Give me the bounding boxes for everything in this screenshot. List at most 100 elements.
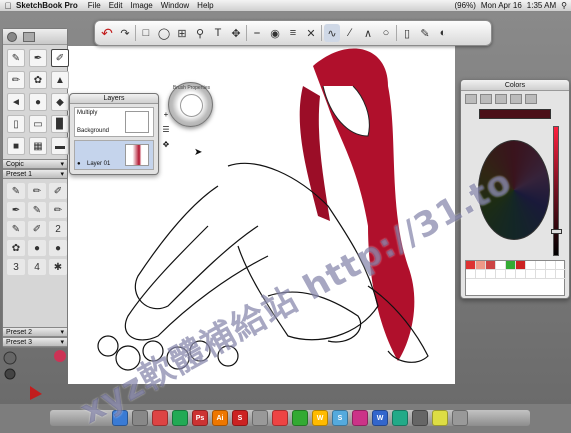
redo-icon[interactable]: ↷ xyxy=(117,24,133,42)
smudge-icon[interactable]: ◄ xyxy=(7,93,25,111)
airbrush-icon[interactable]: ▲ xyxy=(51,71,69,89)
pen-icon[interactable]: ∿ xyxy=(324,24,340,42)
layer-01[interactable]: Layer 01 ● xyxy=(74,140,154,170)
app-icon[interactable] xyxy=(412,410,428,426)
undo-icon[interactable]: ↶ xyxy=(99,24,115,42)
soft-eraser-icon[interactable]: ▭ xyxy=(29,115,47,133)
preset2-bar[interactable]: Preset 2 ▾ xyxy=(3,327,67,337)
preset-brush[interactable]: ✏ xyxy=(49,202,67,218)
palette-swatch[interactable] xyxy=(546,270,556,279)
sketchbook-icon[interactable]: S xyxy=(232,410,248,426)
menu-window[interactable]: Window xyxy=(161,1,189,10)
menu-file[interactable]: File xyxy=(88,1,101,10)
mode-sliders-icon[interactable] xyxy=(480,94,492,104)
mode-wheel-icon[interactable] xyxy=(465,94,477,104)
current-color-swatch[interactable] xyxy=(479,109,551,119)
texture-brush-icon[interactable]: ▦ xyxy=(29,137,47,155)
expand-icon[interactable]: ▾ xyxy=(60,170,64,178)
fill-icon[interactable]: ▉ xyxy=(51,115,69,133)
palette-swatch[interactable] xyxy=(516,270,526,279)
skype-icon[interactable]: S xyxy=(332,410,348,426)
lasso-icon[interactable]: ◯ xyxy=(156,24,172,42)
app-icon[interactable] xyxy=(392,410,408,426)
brush-properties-puck[interactable]: Brush Properties xyxy=(168,82,213,127)
layer-menu-icon[interactable]: ☰ xyxy=(162,125,169,134)
apple-icon[interactable]:  xyxy=(0,1,16,11)
palette-swatch[interactable] xyxy=(486,270,496,279)
spotlight-icon[interactable]: ⚲ xyxy=(561,1,567,10)
expand-icon[interactable]: ▾ xyxy=(60,338,64,346)
palette-swatch[interactable] xyxy=(486,261,496,270)
layer-background[interactable]: Multiply Background xyxy=(74,107,154,137)
expand-icon[interactable]: ▾ xyxy=(60,160,64,168)
preset-brush[interactable]: 4 xyxy=(28,259,46,275)
eraser-icon[interactable]: ▯ xyxy=(399,24,415,42)
preset-brush[interactable]: ✐ xyxy=(49,183,67,199)
preset1-bar[interactable]: Preset 1 ▾ xyxy=(3,169,67,179)
preset-brush[interactable]: ● xyxy=(28,240,46,256)
crop-icon[interactable]: ⊞ xyxy=(174,24,190,42)
palette-swatch[interactable] xyxy=(536,261,546,270)
chrome-icon[interactable] xyxy=(272,410,288,426)
mode-image-icon[interactable] xyxy=(510,94,522,104)
transform-icon[interactable]: ✕ xyxy=(303,24,319,42)
menu-edit[interactable]: Edit xyxy=(109,1,123,10)
palette-swatch[interactable] xyxy=(556,270,566,279)
expand-icon[interactable]: ▾ xyxy=(60,328,64,336)
ruler-icon[interactable]: ⎯ xyxy=(249,24,265,42)
mode-palette-icon[interactable] xyxy=(495,94,507,104)
add-layer-icon[interactable]: + xyxy=(164,110,169,119)
polyline-icon[interactable]: ∧ xyxy=(360,24,376,42)
illustrator-icon[interactable]: Ai xyxy=(212,410,228,426)
move-icon[interactable]: ✥ xyxy=(228,24,244,42)
palette-swatch[interactable] xyxy=(476,270,486,279)
palette-mode-icon[interactable] xyxy=(7,32,17,42)
preset-brush[interactable]: ✒ xyxy=(7,202,25,218)
brush-puck-icon[interactable]: ✎ xyxy=(417,24,433,42)
pen-brush-icon[interactable]: ✒ xyxy=(29,49,47,67)
app-icon[interactable] xyxy=(292,410,308,426)
palette-swatch[interactable] xyxy=(536,270,546,279)
menu-image[interactable]: Image xyxy=(130,1,152,10)
palette-swatch[interactable] xyxy=(546,261,556,270)
ink-brush-icon[interactable]: ▬ xyxy=(51,137,69,155)
ellipse-guide-icon[interactable]: ◉ xyxy=(267,24,283,42)
menu-help[interactable]: Help xyxy=(197,1,213,10)
trash-icon[interactable] xyxy=(452,410,468,426)
ellipse-tool-icon[interactable]: ○ xyxy=(378,24,394,42)
preset-brush[interactable]: ✎ xyxy=(28,202,46,218)
palette-swatch[interactable] xyxy=(526,261,536,270)
app-icon[interactable]: W xyxy=(312,410,328,426)
preset-brush[interactable]: ● xyxy=(49,240,67,256)
word-icon[interactable]: W xyxy=(372,410,388,426)
pencil-brush-icon[interactable]: ✎ xyxy=(7,49,25,67)
eraser-brush-icon[interactable]: ▯ xyxy=(7,115,25,133)
preset-brush[interactable]: ✱ xyxy=(49,259,67,275)
marker-brush-icon[interactable]: ✏ xyxy=(7,71,25,89)
rect-select-icon[interactable]: □ xyxy=(138,24,154,42)
app-icon[interactable] xyxy=(352,410,368,426)
zoom-icon[interactable]: ⚲ xyxy=(192,24,208,42)
symmetry-icon[interactable]: ≡ xyxy=(285,24,301,42)
ballpoint-brush-icon[interactable]: ✐ xyxy=(51,49,69,67)
swatch-brush-icon[interactable]: ■ xyxy=(7,137,25,155)
preset-brush[interactable]: ✐ xyxy=(28,221,46,237)
palette-swatch[interactable] xyxy=(476,261,486,270)
preset-brush[interactable]: ✎ xyxy=(7,183,25,199)
palette-view-icon[interactable] xyxy=(23,32,35,42)
dashboard-icon[interactable] xyxy=(132,410,148,426)
preset-brush[interactable]: ✿ xyxy=(7,240,25,256)
app-icon[interactable] xyxy=(252,410,268,426)
color-wheel-icon[interactable]: ◐ xyxy=(435,24,451,42)
palette-swatch[interactable] xyxy=(526,270,536,279)
layer-opacity-icon[interactable]: ✥ xyxy=(163,140,170,149)
line-icon[interactable]: ∕ xyxy=(342,24,358,42)
preset-brush[interactable]: ✎ xyxy=(7,221,25,237)
app-icon[interactable] xyxy=(152,410,168,426)
paintbrush-icon[interactable]: ✿ xyxy=(29,71,47,89)
copic-bar[interactable]: Copic ▾ xyxy=(3,159,67,169)
preset-brush[interactable]: 2 xyxy=(49,221,67,237)
mode-crayon-icon[interactable] xyxy=(525,94,537,104)
blur-icon[interactable]: ● xyxy=(29,93,47,111)
lagoon-widget[interactable] xyxy=(0,346,66,406)
